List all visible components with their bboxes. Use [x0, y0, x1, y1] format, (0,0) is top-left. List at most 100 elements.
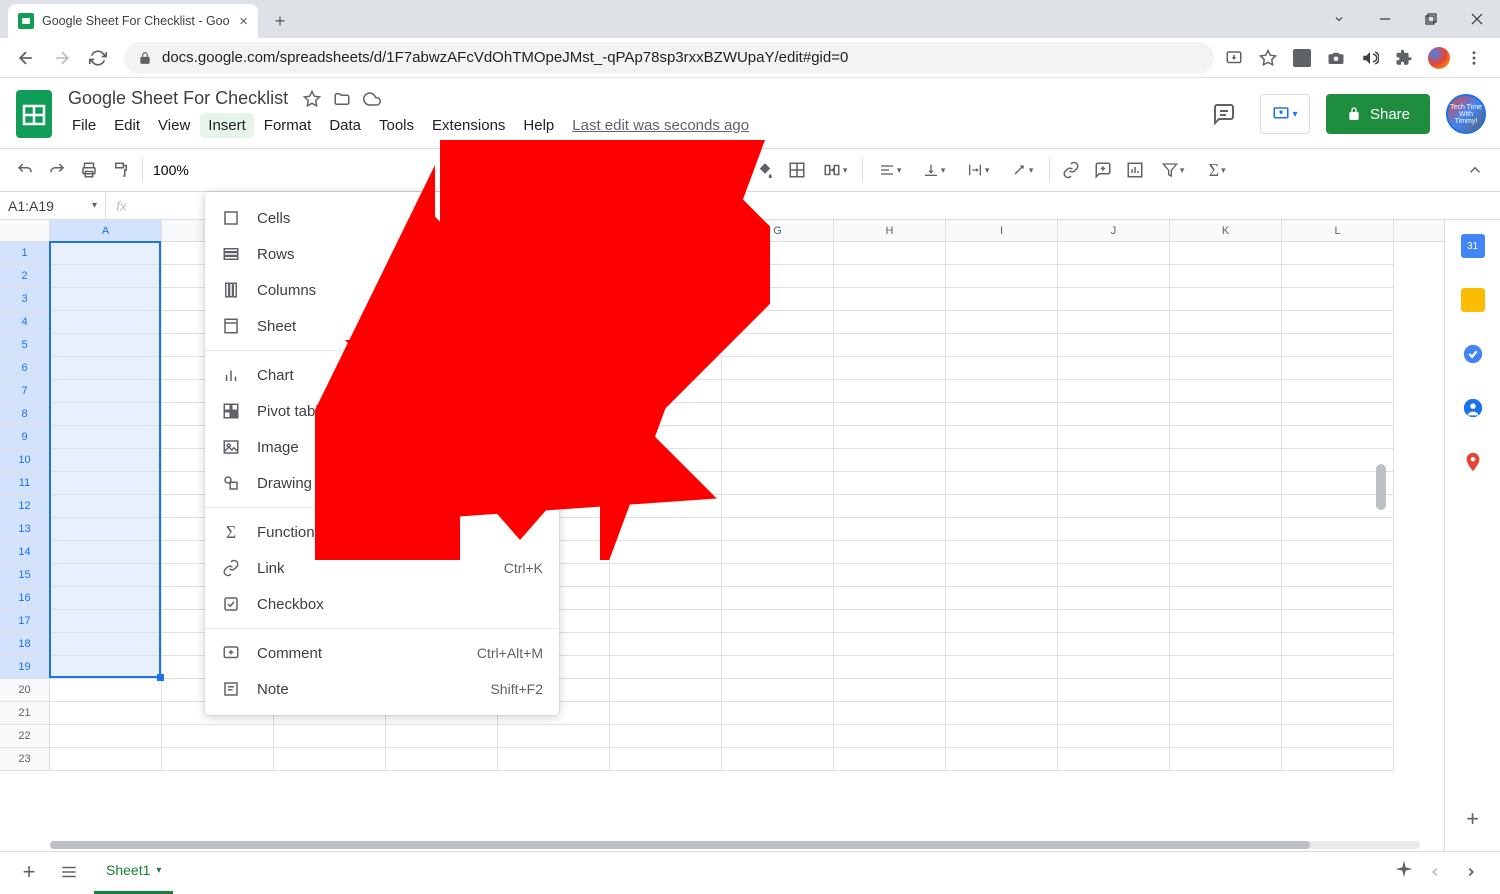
cell[interactable]	[610, 265, 722, 288]
tab-close-icon[interactable]: ×	[239, 13, 248, 30]
calendar-side-icon[interactable]: 31	[1461, 234, 1485, 258]
cell[interactable]	[946, 610, 1058, 633]
row-header[interactable]: 9	[0, 426, 50, 449]
cell[interactable]	[946, 587, 1058, 610]
cell[interactable]	[1282, 357, 1394, 380]
last-edit-link[interactable]: Last edit was seconds ago	[564, 113, 757, 138]
prev-sheet-button[interactable]	[1420, 857, 1450, 887]
column-header[interactable]: J	[1058, 220, 1170, 241]
insert-comment-button[interactable]	[1088, 155, 1118, 185]
menu-edit[interactable]: Edit	[106, 113, 148, 138]
cell[interactable]	[1058, 288, 1170, 311]
insert-menu-columns[interactable]: Columns▶	[205, 272, 559, 308]
row-header[interactable]: 16	[0, 587, 50, 610]
column-header[interactable]: F	[610, 220, 722, 241]
merge-cells-button[interactable]: ▾	[814, 155, 856, 185]
insert-chart-button[interactable]	[1120, 155, 1150, 185]
insert-menu-comment[interactable]: CommentCtrl+Alt+M	[205, 635, 559, 671]
cell[interactable]	[610, 495, 722, 518]
insert-menu-cells[interactable]: Cells▶	[205, 200, 559, 236]
cell[interactable]	[1058, 403, 1170, 426]
close-window-button[interactable]	[1454, 0, 1500, 38]
next-sheet-button[interactable]	[1456, 857, 1486, 887]
menu-extensions[interactable]: Extensions	[424, 113, 513, 138]
cell[interactable]	[1170, 564, 1282, 587]
cell[interactable]	[1170, 334, 1282, 357]
cell[interactable]	[50, 564, 162, 587]
cell[interactable]	[50, 403, 162, 426]
cell[interactable]	[50, 265, 162, 288]
sheet-tab-active[interactable]: Sheet1▾	[94, 856, 173, 887]
install-app-icon[interactable]	[1224, 48, 1244, 68]
cell[interactable]	[50, 633, 162, 656]
cell[interactable]	[1058, 426, 1170, 449]
cell[interactable]	[1058, 449, 1170, 472]
cell[interactable]	[834, 564, 946, 587]
row-header[interactable]: 11	[0, 472, 50, 495]
cell[interactable]	[50, 288, 162, 311]
horizontal-align-button[interactable]: ▾	[869, 155, 911, 185]
cell[interactable]	[722, 265, 834, 288]
cell[interactable]	[610, 380, 722, 403]
cell[interactable]	[1170, 702, 1282, 725]
star-bookmark-icon[interactable]	[1258, 48, 1278, 68]
menu-insert[interactable]: Insert	[200, 113, 254, 138]
cell[interactable]	[946, 748, 1058, 771]
cell[interactable]	[610, 518, 722, 541]
row-header[interactable]: 4	[0, 311, 50, 334]
column-header[interactable]: A	[50, 220, 162, 241]
row-header[interactable]: 18	[0, 633, 50, 656]
cell[interactable]	[722, 702, 834, 725]
cell[interactable]	[722, 426, 834, 449]
cell[interactable]	[722, 495, 834, 518]
cell[interactable]	[722, 380, 834, 403]
cell[interactable]	[1170, 656, 1282, 679]
chrome-menu-icon[interactable]	[1464, 48, 1484, 68]
row-header[interactable]: 7	[0, 380, 50, 403]
cell[interactable]	[834, 449, 946, 472]
cell[interactable]	[1058, 748, 1170, 771]
cell[interactable]	[722, 564, 834, 587]
insert-menu-rows[interactable]: Rows▶	[205, 236, 559, 272]
cell[interactable]	[1058, 610, 1170, 633]
cell[interactable]	[722, 357, 834, 380]
cell[interactable]	[50, 357, 162, 380]
minimize-button[interactable]	[1362, 0, 1408, 38]
undo-button[interactable]	[10, 155, 40, 185]
cell[interactable]	[1058, 495, 1170, 518]
cell[interactable]	[946, 403, 1058, 426]
cell[interactable]	[834, 702, 946, 725]
menu-tools[interactable]: Tools	[371, 113, 422, 138]
cell[interactable]	[50, 725, 162, 748]
horizontal-scrollbar[interactable]	[50, 837, 1420, 851]
insert-menu-checkbox[interactable]: Checkbox	[205, 586, 559, 622]
cell[interactable]	[1058, 679, 1170, 702]
cell[interactable]	[946, 357, 1058, 380]
new-tab-button[interactable]: +	[266, 7, 294, 35]
cell[interactable]	[946, 311, 1058, 334]
cell[interactable]	[610, 725, 722, 748]
cell[interactable]	[1058, 357, 1170, 380]
menu-help[interactable]: Help	[515, 113, 562, 138]
cell[interactable]	[1170, 633, 1282, 656]
maps-side-icon[interactable]	[1461, 450, 1485, 474]
present-button[interactable]: ▾	[1260, 94, 1310, 134]
add-side-panel-icon[interactable]: +	[1461, 807, 1485, 831]
cell[interactable]	[834, 288, 946, 311]
cell[interactable]	[50, 541, 162, 564]
row-header[interactable]: 17	[0, 610, 50, 633]
cell[interactable]	[834, 495, 946, 518]
cell[interactable]	[1170, 518, 1282, 541]
cell[interactable]	[722, 288, 834, 311]
cell[interactable]	[610, 449, 722, 472]
insert-menu-chart[interactable]: Chart	[205, 357, 559, 393]
cell[interactable]	[834, 518, 946, 541]
cell[interactable]	[834, 265, 946, 288]
cell[interactable]	[50, 449, 162, 472]
cell[interactable]	[1058, 242, 1170, 265]
cell[interactable]	[1170, 449, 1282, 472]
cell[interactable]	[50, 702, 162, 725]
google-account-avatar[interactable]: Tech TimeWithTimmy!	[1446, 94, 1486, 134]
cell[interactable]	[1058, 311, 1170, 334]
cell[interactable]	[722, 403, 834, 426]
